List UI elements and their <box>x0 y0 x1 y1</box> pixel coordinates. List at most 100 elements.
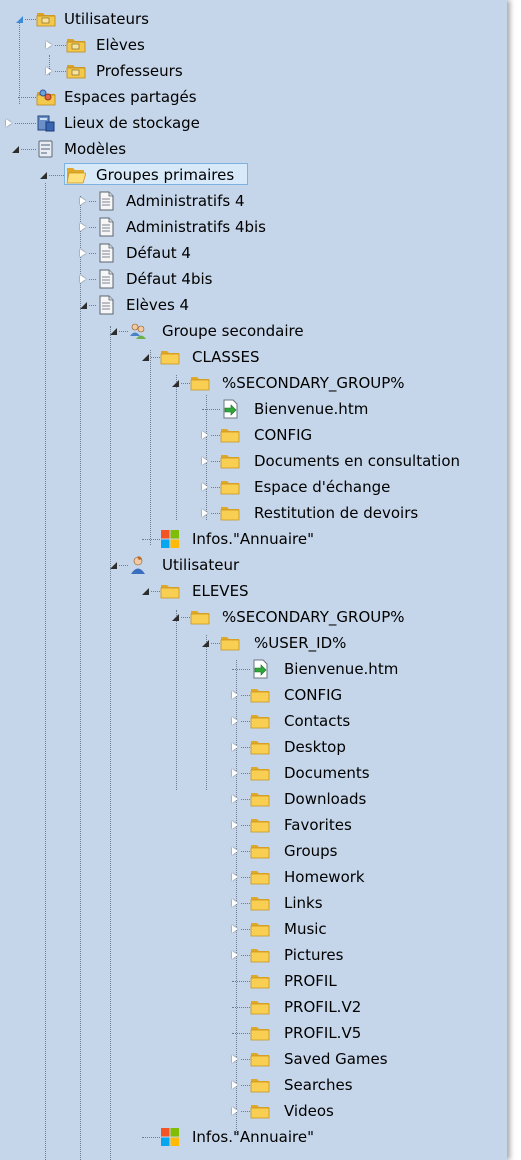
tree-node[interactable]: Links <box>0 890 507 916</box>
tree-node[interactable]: Défaut 4 <box>0 240 507 266</box>
tree-node[interactable]: Elèves <box>0 32 507 58</box>
expand-arrow-icon[interactable] <box>232 951 238 959</box>
expand-arrow-icon[interactable] <box>80 197 86 205</box>
expand-arrow-icon[interactable] <box>232 873 238 881</box>
tree-node[interactable]: Professeurs <box>0 58 507 84</box>
tree-node[interactable]: CONFIG <box>0 682 507 708</box>
expand-arrow-icon[interactable] <box>202 509 208 517</box>
tree-node[interactable]: Downloads <box>0 786 507 812</box>
expand-arrow-icon[interactable] <box>46 67 52 75</box>
tree-node[interactable]: Espaces partagés <box>0 84 507 110</box>
tree-node[interactable]: Espace d'échange <box>0 474 507 500</box>
expand-arrow-icon[interactable] <box>80 275 86 283</box>
collapse-arrow-icon[interactable] <box>110 327 119 336</box>
tree-node-label[interactable]: PROFIL.V2 <box>284 997 361 1017</box>
tree-node[interactable]: Utilisateur <box>0 552 507 578</box>
tree-node-label[interactable]: Groupes primaires <box>96 165 234 185</box>
tree-node-label[interactable]: Videos <box>284 1101 334 1121</box>
tree-node-label[interactable]: Bienvenue.htm <box>254 399 368 419</box>
expand-arrow-icon[interactable] <box>232 847 238 855</box>
tree-node[interactable]: Homework <box>0 864 507 890</box>
tree-node[interactable]: Infos."Annuaire" <box>0 1124 507 1150</box>
tree-node[interactable]: ELEVES <box>0 578 507 604</box>
expand-arrow-icon[interactable] <box>80 249 86 257</box>
collapse-arrow-icon[interactable] <box>172 613 181 622</box>
tree-node-label[interactable]: Elèves <box>96 35 145 55</box>
collapse-arrow-icon[interactable] <box>142 587 151 596</box>
tree-node[interactable]: CONFIG <box>0 422 507 448</box>
tree-node[interactable]: Restitution de devoirs <box>0 500 507 526</box>
tree-node[interactable]: Videos <box>0 1098 507 1124</box>
tree-node-label[interactable]: CLASSES <box>192 347 259 367</box>
tree-node[interactable]: PROFIL <box>0 968 507 994</box>
tree-node-label[interactable]: Searches <box>284 1075 353 1095</box>
tree-node[interactable]: Documents en consultation <box>0 448 507 474</box>
tree-node-label[interactable]: PROFIL <box>284 971 337 991</box>
tree-node-label[interactable]: ELEVES <box>192 581 249 601</box>
tree-node[interactable]: Groups <box>0 838 507 864</box>
tree-node[interactable]: Groupes primaires <box>0 162 507 188</box>
tree-node-label[interactable]: Utilisateur <box>162 555 239 575</box>
expand-arrow-icon[interactable] <box>202 483 208 491</box>
tree-node[interactable]: CLASSES <box>0 344 507 370</box>
collapse-arrow-icon[interactable] <box>80 301 89 310</box>
collapse-arrow-icon[interactable] <box>172 379 181 388</box>
tree-node-label[interactable]: Infos."Annuaire" <box>192 529 314 549</box>
tree-node[interactable]: Saved Games <box>0 1046 507 1072</box>
tree-node-label[interactable]: CONFIG <box>254 425 312 445</box>
tree-node[interactable]: Favorites <box>0 812 507 838</box>
tree-node[interactable]: Music <box>0 916 507 942</box>
tree-node[interactable]: Elèves 4 <box>0 292 507 318</box>
tree-node[interactable]: Groupe secondaire <box>0 318 507 344</box>
tree-node-label[interactable]: %SECONDARY_GROUP% <box>222 607 405 627</box>
tree-node[interactable]: %SECONDARY_GROUP% <box>0 370 507 396</box>
expand-arrow-icon[interactable] <box>232 1055 238 1063</box>
tree-node-label[interactable]: Infos."Annuaire" <box>192 1127 314 1147</box>
tree-node-label[interactable]: Pictures <box>284 945 343 965</box>
collapse-arrow-icon[interactable] <box>142 353 151 362</box>
tree-node[interactable]: Desktop <box>0 734 507 760</box>
expand-arrow-icon[interactable] <box>232 1107 238 1115</box>
tree-node[interactable]: Infos."Annuaire" <box>0 526 507 552</box>
expand-arrow-icon[interactable] <box>202 431 208 439</box>
tree-node-label[interactable]: Music <box>284 919 327 939</box>
tree-node[interactable]: %SECONDARY_GROUP% <box>0 604 507 630</box>
tree-node[interactable]: Administratifs 4bis <box>0 214 507 240</box>
tree-node-label[interactable]: PROFIL.V5 <box>284 1023 361 1043</box>
tree-node-label[interactable]: Elèves 4 <box>126 295 189 315</box>
tree-node[interactable]: Bienvenue.htm <box>0 396 507 422</box>
tree-node[interactable]: Pictures <box>0 942 507 968</box>
tree-node-label[interactable]: Lieux de stockage <box>64 113 200 133</box>
tree-node-label[interactable]: Administratifs 4 <box>126 191 244 211</box>
tree-node-label[interactable]: Documents <box>284 763 370 783</box>
tree-node[interactable]: PROFIL.V5 <box>0 1020 507 1046</box>
tree-node[interactable]: Documents <box>0 760 507 786</box>
tree-node-label[interactable]: Desktop <box>284 737 346 757</box>
tree-node-label[interactable]: Saved Games <box>284 1049 388 1069</box>
tree-node-label[interactable]: Homework <box>284 867 365 887</box>
tree-node[interactable]: Contacts <box>0 708 507 734</box>
expand-arrow-icon[interactable] <box>232 691 238 699</box>
tree-node-label[interactable]: Modèles <box>64 139 126 159</box>
tree-node[interactable]: %USER_ID% <box>0 630 507 656</box>
tree-node[interactable]: Searches <box>0 1072 507 1098</box>
collapse-arrow-icon[interactable] <box>16 15 25 24</box>
tree-node-label[interactable]: Contacts <box>284 711 350 731</box>
tree-node[interactable]: PROFIL.V2 <box>0 994 507 1020</box>
tree-node-label[interactable]: Groups <box>284 841 337 861</box>
expand-arrow-icon[interactable] <box>232 743 238 751</box>
tree-node-label[interactable]: Espaces partagés <box>64 87 197 107</box>
expand-arrow-icon[interactable] <box>232 717 238 725</box>
tree-node-label[interactable]: Bienvenue.htm <box>284 659 398 679</box>
expand-arrow-icon[interactable] <box>80 223 86 231</box>
collapse-arrow-icon[interactable] <box>202 639 211 648</box>
expand-arrow-icon[interactable] <box>6 119 12 127</box>
collapse-arrow-icon[interactable] <box>40 171 49 180</box>
tree-node[interactable]: Modèles <box>0 136 507 162</box>
tree-node-label[interactable]: Links <box>284 893 323 913</box>
tree-node-label[interactable]: %USER_ID% <box>254 633 346 653</box>
tree-node[interactable]: Lieux de stockage <box>0 110 507 136</box>
expand-arrow-icon[interactable] <box>232 899 238 907</box>
tree-node-label[interactable]: CONFIG <box>284 685 342 705</box>
tree-node[interactable]: Bienvenue.htm <box>0 656 507 682</box>
